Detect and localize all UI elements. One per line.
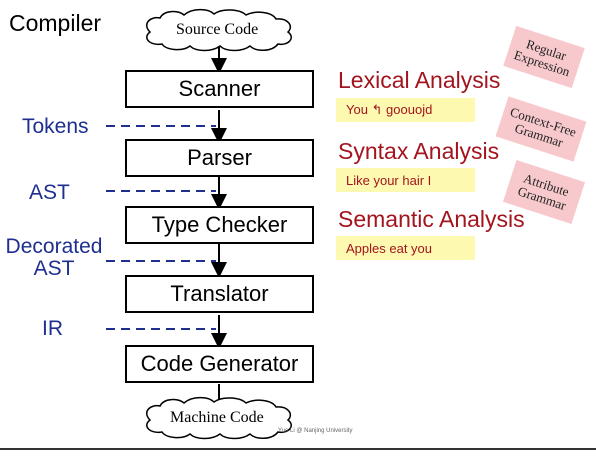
translator-label: Translator <box>170 281 269 306</box>
syntax-example: Like your hair I <box>336 168 475 192</box>
translator-box: Translator <box>125 275 314 313</box>
type-checker-box: Type Checker <box>125 206 314 244</box>
syntax-analysis-title: Syntax Analysis <box>338 138 500 164</box>
semantic-example: Apples eat you <box>336 236 475 260</box>
source-code-cloud: Source Code <box>176 21 259 38</box>
credit-text: Yue Li @ Nanjing University <box>278 428 353 434</box>
bottom-divider <box>0 448 596 450</box>
type-checker-label: Type Checker <box>151 212 288 237</box>
semantic-analysis-title: Semantic Analysis <box>338 206 525 232</box>
decorated-ast-label: Decorated AST <box>5 235 103 280</box>
scanner-box: Scanner <box>125 70 314 108</box>
lexical-analysis-title: Lexical Analysis <box>338 67 501 93</box>
parser-label: Parser <box>187 145 252 170</box>
lexical-example: You ↰ goouojd <box>336 98 475 122</box>
ast-label: AST <box>29 181 70 204</box>
parser-box: Parser <box>125 139 314 177</box>
machine-code-cloud: Machine Code <box>170 409 264 426</box>
scanner-label: Scanner <box>178 76 261 101</box>
code-generator-label: Code Generator <box>140 351 299 376</box>
ir-label: IR <box>42 317 63 340</box>
tokens-label: Tokens <box>22 115 89 138</box>
code-generator-box: Code Generator <box>125 345 314 383</box>
